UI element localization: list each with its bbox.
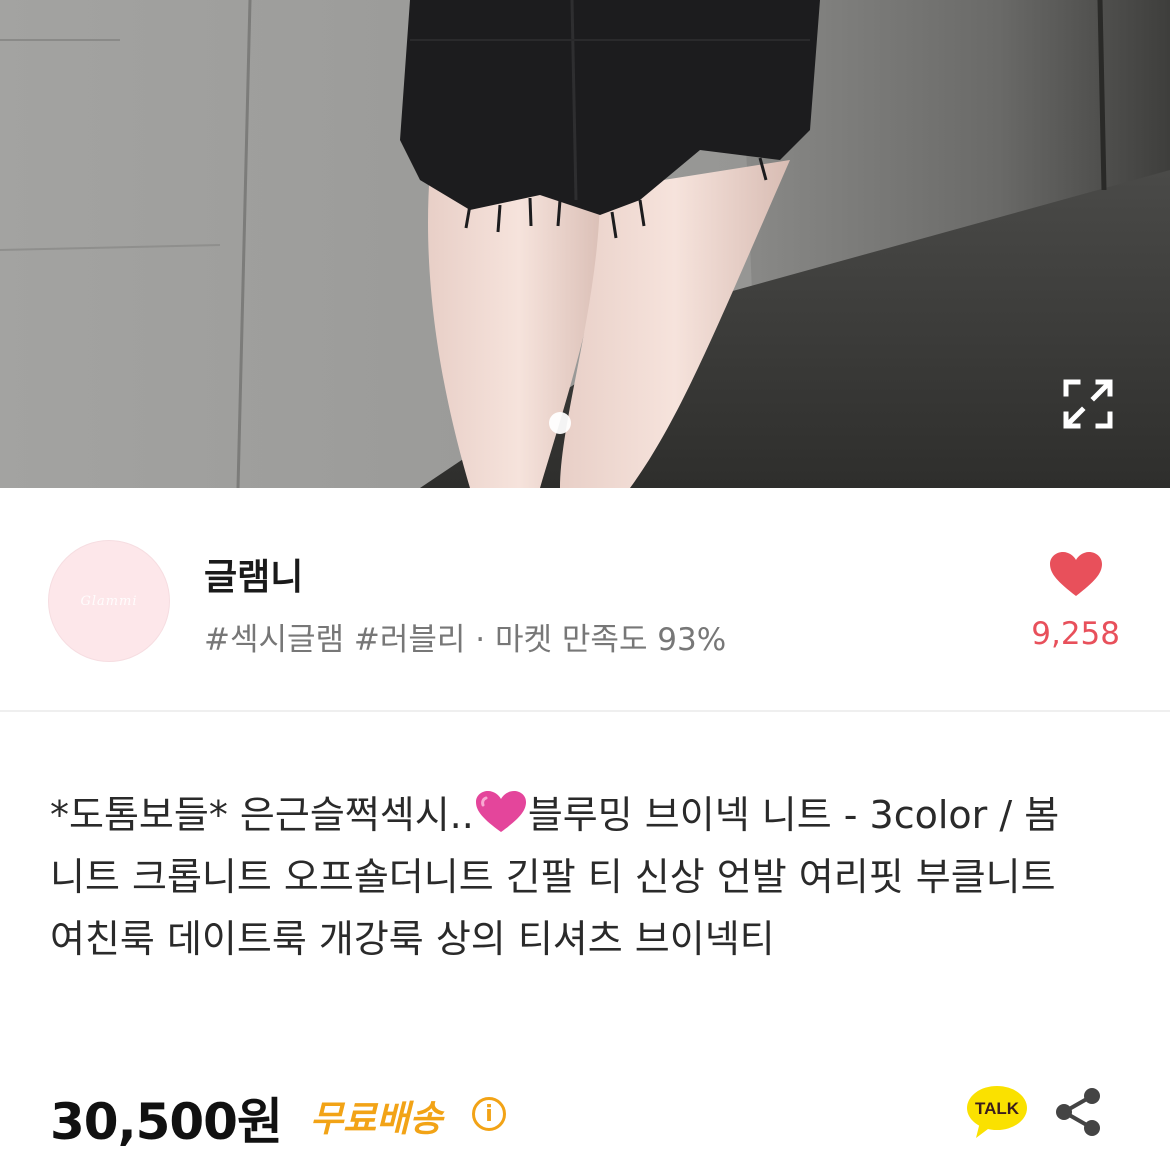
info-icon[interactable]: i bbox=[472, 1097, 506, 1131]
seller-tags: #섹시글램 #러블리 · 마켓 만족도 93% bbox=[204, 622, 727, 658]
pink-heart-icon bbox=[474, 790, 528, 834]
seller-avatar[interactable]: Glammi bbox=[48, 540, 170, 662]
talk-label: TALK bbox=[975, 1099, 1020, 1118]
seller-name[interactable]: 글램니 bbox=[204, 548, 303, 600]
heart-icon[interactable] bbox=[1050, 552, 1102, 598]
avatar-text: Glammi bbox=[80, 593, 138, 609]
product-photo-illustration bbox=[0, 0, 1170, 488]
price: 30,500원 bbox=[50, 1093, 283, 1151]
like-count: 9,258 bbox=[1031, 616, 1120, 652]
free-shipping-badge: 무료배송 bbox=[310, 1099, 443, 1140]
share-icon[interactable] bbox=[1052, 1086, 1104, 1138]
product-title: *도톰보들* 은근슬쩍섹시.. 블루밍 브이넥 니트 - 3color / 봄 니… bbox=[50, 784, 1110, 970]
seller-info: Glammi 글램니 #섹시글램 #러블리 · 마켓 만족도 93% 9,258 bbox=[0, 488, 1170, 712]
expand-icon[interactable] bbox=[1060, 376, 1116, 432]
slide-indicator-dot[interactable] bbox=[549, 412, 571, 434]
kakao-talk-icon[interactable]: TALK bbox=[966, 1084, 1028, 1140]
product-image[interactable] bbox=[0, 0, 1170, 488]
product-detail-page: Glammi 글램니 #섹시글램 #러블리 · 마켓 만족도 93% 9,258… bbox=[0, 0, 1170, 1170]
title-part-1: *도톰보들* 은근슬쩍섹시.. bbox=[50, 793, 474, 837]
